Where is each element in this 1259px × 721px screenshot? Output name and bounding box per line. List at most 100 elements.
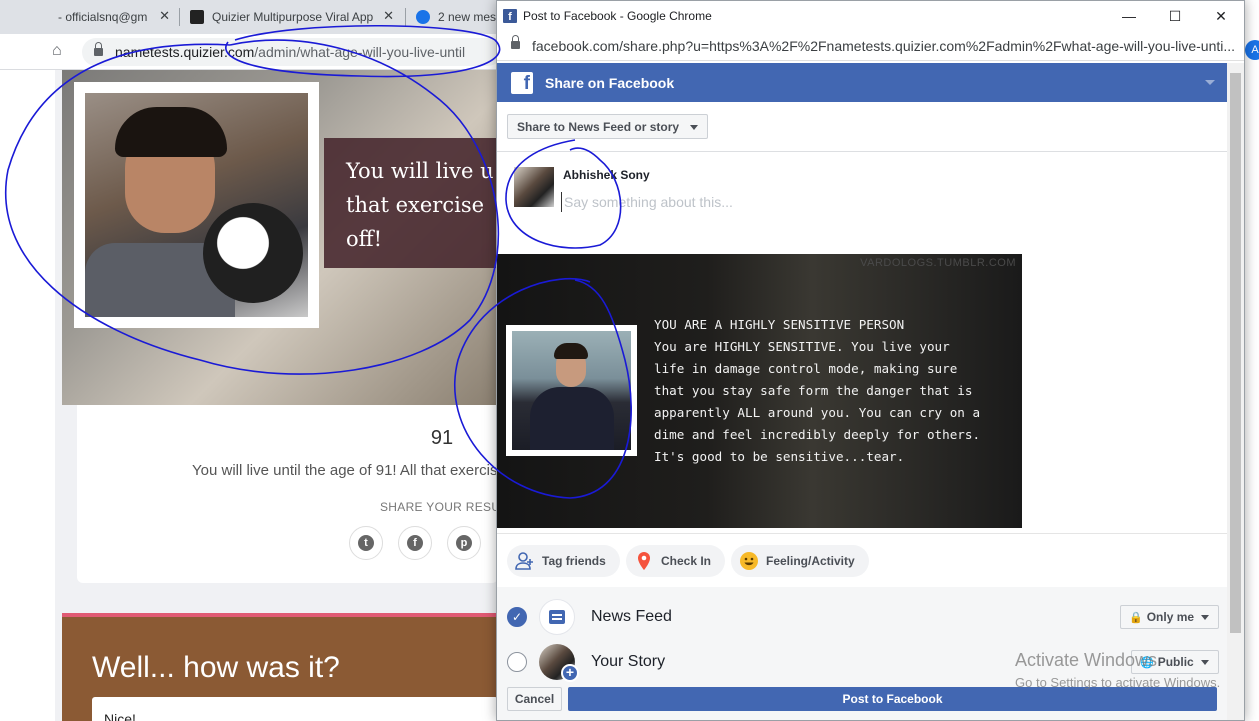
lock-icon bbox=[94, 41, 103, 58]
maximize-icon: ☐ bbox=[1168, 7, 1182, 24]
cancel-button[interactable]: Cancel bbox=[507, 687, 562, 711]
feeling-activity-label: Feeling/Activity bbox=[766, 554, 855, 568]
smiley-icon bbox=[739, 551, 759, 571]
avatar-letter: A bbox=[1251, 44, 1259, 56]
share-destination-row: Share to News Feed or story bbox=[497, 102, 1227, 152]
preview-watermark: VARDOLOGS.TUMBLR.COM bbox=[860, 257, 1016, 269]
profile-avatar-icon[interactable]: A bbox=[1245, 40, 1259, 60]
messages-favicon-icon bbox=[416, 10, 430, 24]
tab-label: 2 new mes bbox=[438, 10, 497, 24]
maximize-button[interactable]: ☐ bbox=[1152, 1, 1198, 31]
news-feed-icon bbox=[539, 599, 575, 635]
close-window-button[interactable]: ✕ bbox=[1198, 1, 1244, 31]
dialog-scrollbar[interactable] bbox=[1227, 63, 1244, 720]
tab-close-icon[interactable]: ✕ bbox=[159, 8, 170, 24]
tab-messages[interactable]: 2 new mes bbox=[416, 4, 498, 30]
dialog-footer: Cancel Post to Facebook bbox=[497, 687, 1227, 720]
share-dialog-title: Share on Facebook bbox=[545, 74, 675, 91]
post-message-input[interactable] bbox=[561, 192, 1161, 212]
your-story-privacy-label: Public bbox=[1157, 655, 1194, 669]
check-in-button[interactable]: Check In bbox=[626, 545, 726, 577]
feedback-section: Well... how was it? Nice! bbox=[62, 613, 498, 721]
url-host: nametests.quizier.com bbox=[115, 44, 255, 60]
tag-friends-label: Tag friends bbox=[542, 554, 606, 568]
tab-label: - officialsnq@gm bbox=[58, 10, 148, 24]
facebook-icon: f bbox=[407, 535, 423, 551]
pinterest-icon: p bbox=[456, 535, 472, 551]
checkmark-icon: ✓ bbox=[511, 610, 523, 624]
news-feed-label: News Feed bbox=[591, 608, 672, 625]
tab-label: Quizier Multipurpose Viral App bbox=[212, 10, 374, 24]
your-story-label: Your Story bbox=[591, 653, 666, 670]
post-actions-row: Tag friends Check In Feeling/Activity bbox=[497, 533, 1227, 587]
quiz-result-banner: You will live u that exercise off! bbox=[324, 138, 498, 268]
minimize-icon: — bbox=[1122, 8, 1136, 24]
location-pin-icon bbox=[634, 551, 654, 571]
tab-quizier[interactable]: Quizier Multipurpose Viral App ✕ bbox=[190, 4, 398, 30]
facebook-logo-icon: f bbox=[511, 71, 533, 94]
share-result-label: SHARE YOUR RESUL bbox=[380, 500, 508, 514]
feedback-answer-option[interactable]: Nice! bbox=[92, 697, 498, 721]
twitter-icon: t bbox=[358, 535, 374, 551]
quiz-result-image: You will live u that exercise off! bbox=[62, 70, 498, 405]
pinterest-share-button[interactable]: p bbox=[447, 526, 481, 560]
your-story-row[interactable]: + Your Story 🌐 Public bbox=[497, 640, 1227, 684]
feeling-activity-button[interactable]: Feeling/Activity bbox=[731, 545, 869, 577]
news-feed-privacy-label: Only me bbox=[1146, 610, 1195, 624]
post-composer: Abhishek Sony bbox=[497, 153, 1227, 253]
close-icon: ✕ bbox=[1215, 7, 1227, 24]
popup-address-bar[interactable]: facebook.com/share.php?u=https%3A%2F%2Fn… bbox=[497, 31, 1244, 61]
your-story-privacy-dropdown[interactable]: 🌐 Public bbox=[1131, 650, 1219, 674]
lock-icon: 🔒 bbox=[1129, 611, 1143, 624]
chevron-down-icon bbox=[1201, 615, 1210, 620]
chevron-down-icon bbox=[690, 125, 699, 130]
popup-url: facebook.com/share.php?u=https%3A%2F%2Fn… bbox=[532, 37, 1236, 54]
preview-person-photo bbox=[512, 331, 631, 450]
quiz-user-photo bbox=[85, 93, 308, 317]
quizier-favicon-icon bbox=[190, 10, 204, 24]
chevron-down-icon bbox=[1200, 660, 1209, 665]
quiz-result-card: 91 You will live until the age of 91! Al… bbox=[77, 405, 507, 583]
share-dialog-header: f Share on Facebook bbox=[497, 63, 1227, 102]
post-to-facebook-button[interactable]: Post to Facebook bbox=[568, 687, 1217, 711]
preview-photo-frame bbox=[506, 325, 637, 456]
home-icon[interactable]: ⌂ bbox=[52, 42, 62, 60]
preview-result-text: YOU ARE A HIGHLY SENSITIVE PERSON You ar… bbox=[654, 317, 981, 464]
shared-link-preview-image[interactable]: VARDOLOGS.TUMBLR.COM YOU ARE A HIGHLY SE… bbox=[497, 254, 1022, 528]
add-story-plus-icon: + bbox=[561, 664, 579, 682]
your-story-checkbox[interactable] bbox=[507, 652, 527, 672]
tab-gmail[interactable]: - officialsnq@gm ✕ bbox=[58, 4, 174, 30]
twitter-share-button[interactable]: t bbox=[349, 526, 383, 560]
share-destination-label: Share to News Feed or story bbox=[517, 119, 680, 134]
url-path: /admin/what-age-will-you-live-until bbox=[254, 44, 466, 60]
tab-separator bbox=[179, 8, 180, 26]
news-feed-checkbox[interactable]: ✓ bbox=[507, 607, 527, 627]
tab-separator bbox=[405, 8, 406, 26]
user-avatar bbox=[514, 167, 554, 207]
tag-friends-button[interactable]: Tag friends bbox=[507, 545, 620, 577]
facebook-share-popup-window: f Post to Facebook - Google Chrome — ☐ ✕… bbox=[496, 0, 1245, 721]
minimize-button[interactable]: — bbox=[1106, 1, 1152, 31]
quiz-result-text: You will live until the age of 91! All t… bbox=[192, 462, 498, 479]
news-feed-row[interactable]: ✓ News Feed 🔒 Only me bbox=[497, 595, 1227, 639]
facebook-favicon-icon: f bbox=[503, 9, 517, 23]
page-left-margin bbox=[0, 70, 55, 721]
background-right-edge bbox=[1245, 0, 1259, 721]
news-feed-privacy-dropdown[interactable]: 🔒 Only me bbox=[1120, 605, 1220, 629]
tag-friends-icon bbox=[515, 551, 535, 571]
background-address-bar[interactable]: nametests.quizier.com/admin/what-age-wil… bbox=[82, 38, 502, 66]
check-in-label: Check In bbox=[661, 554, 712, 568]
scrollbar-thumb[interactable] bbox=[1230, 73, 1241, 633]
popup-window-title: Post to Facebook - Google Chrome bbox=[523, 9, 712, 23]
popup-title-bar[interactable]: f Post to Facebook - Google Chrome — ☐ ✕ bbox=[497, 1, 1244, 31]
post-destinations: ✓ News Feed 🔒 Only me + Your Story 🌐 Pub… bbox=[497, 587, 1227, 687]
facebook-share-button[interactable]: f bbox=[398, 526, 432, 560]
feedback-answer-text: Nice! bbox=[104, 711, 136, 721]
tab-close-icon[interactable]: ✕ bbox=[383, 8, 394, 24]
globe-icon: 🌐 bbox=[1140, 656, 1154, 669]
lock-icon bbox=[511, 35, 520, 51]
feedback-title: Well... how was it? bbox=[92, 651, 340, 684]
quiz-banner-text: You will live u that exercise off! bbox=[346, 159, 494, 251]
header-chevron-down-icon[interactable] bbox=[1205, 80, 1215, 85]
share-destination-dropdown[interactable]: Share to News Feed or story bbox=[507, 114, 709, 139]
